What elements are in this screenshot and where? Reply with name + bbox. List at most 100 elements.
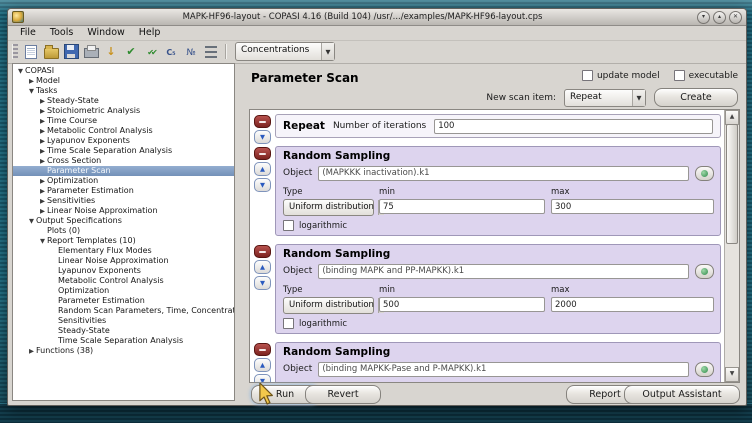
tree-collapse-icon[interactable]: ▼ xyxy=(38,236,47,246)
titlebar[interactable]: MAPK-HF96-layout - COPASI 4.16 (Build 10… xyxy=(8,9,746,26)
update-model-button[interactable] xyxy=(102,43,120,61)
tree-item[interactable]: ▶Stoichiometric Analysis xyxy=(13,106,234,116)
particle-numbers-toggle-button[interactable] xyxy=(182,43,200,61)
distribution-combo[interactable]: Uniform distribution▼ xyxy=(283,297,374,314)
save-button[interactable] xyxy=(62,43,80,61)
tree-item[interactable]: Optimization xyxy=(13,286,234,296)
tree-expand-icon[interactable]: ▶ xyxy=(38,136,47,146)
tree-item[interactable]: ▼Output Specifications xyxy=(13,216,234,226)
tree-item[interactable]: Parameter Estimation xyxy=(13,296,234,306)
new-file-button[interactable] xyxy=(22,43,40,61)
tree-expand-icon[interactable]: ▶ xyxy=(38,116,47,126)
scrollbar-down-icon[interactable]: ▼ xyxy=(725,367,739,382)
print-button[interactable] xyxy=(82,43,100,61)
tree-expand-icon[interactable]: ▶ xyxy=(38,106,47,116)
object-input[interactable] xyxy=(318,362,689,377)
move-down-button[interactable]: ▼ xyxy=(254,178,271,192)
tree-item[interactable]: Metabolic Control Analysis xyxy=(13,276,234,286)
tree-expand-icon[interactable]: ▶ xyxy=(38,186,47,196)
menu-item-help[interactable]: Help xyxy=(132,27,168,38)
tree-collapse-icon[interactable]: ▼ xyxy=(27,216,36,226)
move-down-button[interactable]: ▼ xyxy=(254,276,271,290)
tree-expand-icon[interactable]: ▶ xyxy=(38,156,47,166)
tree-item[interactable]: ▶Lyapunov Exponents xyxy=(13,136,234,146)
remove-scan-item-button[interactable] xyxy=(254,115,271,128)
tree-item[interactable]: Plots (0) xyxy=(13,226,234,236)
tree-expand-icon[interactable]: ▶ xyxy=(38,196,47,206)
tree-item[interactable]: ▶Cross Section xyxy=(13,156,234,166)
revert-button[interactable]: Revert xyxy=(305,385,381,404)
scrollbar-up-icon[interactable]: ▲ xyxy=(725,110,739,125)
tree-item[interactable]: ▶Metabolic Control Analysis xyxy=(13,126,234,136)
tree-collapse-icon[interactable]: ▼ xyxy=(27,86,36,96)
apply-check-button[interactable] xyxy=(122,43,140,61)
distribution-combo[interactable]: Uniform distribution▼ xyxy=(283,199,374,216)
tree-item[interactable]: ▶Time Course xyxy=(13,116,234,126)
executable-checkbox-box[interactable] xyxy=(674,70,685,81)
tree-expand-icon[interactable]: ▶ xyxy=(38,176,47,186)
move-up-button[interactable]: ▲ xyxy=(254,162,271,176)
object-input[interactable] xyxy=(318,166,689,181)
move-down-button[interactable]: ▼ xyxy=(254,374,271,383)
tree-item[interactable]: ▼Report Templates (10) xyxy=(13,236,234,246)
tree-item[interactable]: Steady-State xyxy=(13,326,234,336)
select-object-button[interactable] xyxy=(695,264,714,279)
logarithmic-checkbox[interactable] xyxy=(283,318,294,329)
iterations-input[interactable] xyxy=(434,119,713,134)
scan-list-scrollbar[interactable]: ▲ ▼ xyxy=(724,110,739,382)
menu-item-window[interactable]: Window xyxy=(80,27,131,38)
taskbar[interactable] xyxy=(0,403,752,423)
max-input[interactable] xyxy=(551,297,714,312)
tree-item[interactable]: Sensitivities xyxy=(13,316,234,326)
tree-item[interactable]: Linear Noise Approximation xyxy=(13,256,234,266)
tree-item[interactable]: ▶Linear Noise Approximation xyxy=(13,206,234,216)
close-button[interactable]: ✕ xyxy=(729,11,742,24)
output-assistant-button[interactable]: Output Assistant xyxy=(624,385,740,404)
logarithmic-checkbox[interactable] xyxy=(283,220,294,231)
create-button[interactable]: Create xyxy=(654,88,738,107)
remove-scan-item-button[interactable] xyxy=(254,343,271,356)
tree-item[interactable]: Elementary Flux Modes xyxy=(13,246,234,256)
toolbar-grip[interactable] xyxy=(12,44,18,59)
move-down-button[interactable]: ▼ xyxy=(254,130,271,144)
object-input[interactable] xyxy=(318,264,689,279)
tree-item[interactable]: ▼COPASI xyxy=(13,66,234,76)
min-input[interactable] xyxy=(379,297,545,312)
tree-item[interactable]: ▶Sensitivities xyxy=(13,196,234,206)
concentrations-combo[interactable]: Concentrations ▼ xyxy=(235,42,335,61)
update-model-checkbox-box[interactable] xyxy=(582,70,593,81)
tree-expand-icon[interactable]: ▶ xyxy=(38,206,47,216)
max-input[interactable] xyxy=(551,199,714,214)
tree-item[interactable]: ▶Time Scale Separation Analysis xyxy=(13,146,234,156)
sliders-button[interactable] xyxy=(202,43,220,61)
min-input[interactable] xyxy=(379,199,545,214)
move-up-button[interactable]: ▲ xyxy=(254,358,271,372)
maximize-button[interactable]: ▴ xyxy=(713,11,726,24)
tree-collapse-icon[interactable]: ▼ xyxy=(16,66,25,76)
tree-item[interactable]: ▶Parameter Estimation xyxy=(13,186,234,196)
concentrations-toggle-button[interactable] xyxy=(162,43,180,61)
remove-scan-item-button[interactable] xyxy=(254,147,271,160)
tree-item[interactable]: Lyapunov Exponents xyxy=(13,266,234,276)
tree-expand-icon[interactable]: ▶ xyxy=(27,346,36,356)
tree-item[interactable]: ▶Model xyxy=(13,76,234,86)
tree-item[interactable]: Parameter Scan xyxy=(13,166,234,176)
tree-item[interactable]: Time Scale Separation Analysis xyxy=(13,336,234,346)
tree-expand-icon[interactable]: ▶ xyxy=(38,96,47,106)
minimize-button[interactable]: ▾ xyxy=(697,11,710,24)
open-file-button[interactable] xyxy=(42,43,60,61)
update-model-checkbox[interactable]: update model xyxy=(582,70,660,81)
select-object-button[interactable] xyxy=(695,362,714,377)
new-scan-item-combo[interactable]: Repeat ▼ xyxy=(564,89,646,107)
tree-item[interactable]: ▼Tasks xyxy=(13,86,234,96)
remove-scan-item-button[interactable] xyxy=(254,245,271,258)
tree-item[interactable]: ▶Optimization xyxy=(13,176,234,186)
apply-all-check-button[interactable] xyxy=(142,43,160,61)
tree-item[interactable]: ▶Functions (38) xyxy=(13,346,234,356)
menu-item-file[interactable]: File xyxy=(13,27,43,38)
tree-expand-icon[interactable]: ▶ xyxy=(38,146,47,156)
executable-checkbox[interactable]: executable xyxy=(674,70,738,81)
tree-item[interactable]: ▶Steady-State xyxy=(13,96,234,106)
tree-expand-icon[interactable]: ▶ xyxy=(27,76,36,86)
scrollbar-thumb[interactable] xyxy=(726,124,738,244)
